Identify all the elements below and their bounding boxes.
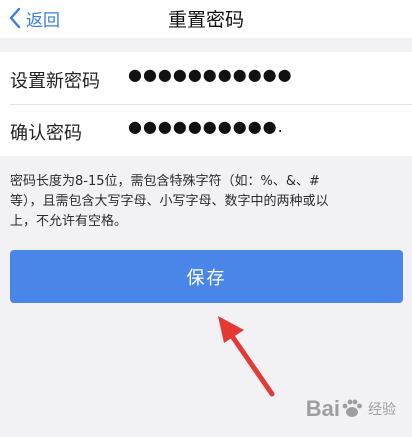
new-password-label: 设置新密码 (10, 71, 100, 92)
confirm-password-field[interactable] (128, 117, 388, 136)
confirm-password-label: 确认密码 (10, 123, 82, 144)
password-rules-hint: 密码长度为8-15位，需包含特殊字符（如：%、&、#等），且需包含大写字母、小写… (10, 174, 329, 229)
navigation-bar: 返回 重置密码 (0, 0, 412, 38)
watermark-text: Bai (305, 396, 340, 421)
password-form: 设置新密码 确认密码 (0, 52, 412, 156)
watermark-subtext: 经验 (368, 402, 396, 418)
save-button[interactable]: 保存 (10, 250, 403, 303)
new-password-field[interactable] (128, 65, 388, 84)
baidu-paw-icon (342, 399, 362, 417)
confirm-password-row: 确认密码 (0, 104, 412, 156)
new-password-row: 设置新密码 (0, 52, 412, 104)
watermark: Bai 经验 (306, 396, 396, 422)
page-title: 重置密码 (167, 9, 244, 31)
